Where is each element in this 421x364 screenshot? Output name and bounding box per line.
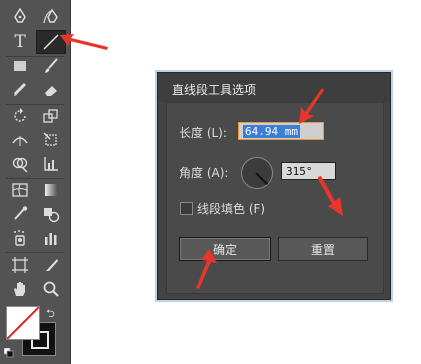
curvature-pen-icon xyxy=(43,8,58,24)
hand-icon xyxy=(14,282,25,296)
mesh-tool[interactable] xyxy=(5,178,35,202)
zoom-icon xyxy=(43,281,59,297)
none-color-slash-icon xyxy=(7,307,39,339)
gradient-tool[interactable] xyxy=(36,178,66,202)
eyedropper-tool[interactable] xyxy=(5,202,35,226)
zoom-tool[interactable] xyxy=(36,277,66,301)
eraser-tool[interactable] xyxy=(36,78,66,102)
angle-label: 角度 (A): xyxy=(179,166,229,180)
eraser-icon xyxy=(45,86,57,96)
dialog-titlebar[interactable]: 直线段工具选项 xyxy=(158,73,390,102)
pen-icon xyxy=(14,7,26,23)
length-value: 64.94 mm xyxy=(243,125,300,138)
artboard-tool[interactable] xyxy=(5,253,35,277)
rotate-tool[interactable] xyxy=(5,104,35,128)
annotation-arrow-icon xyxy=(318,176,343,216)
annotation-arrow-icon xyxy=(60,34,108,50)
reset-button[interactable]: 重置 xyxy=(278,237,368,261)
fill-line-checkbox[interactable] xyxy=(180,202,193,215)
rotate-icon xyxy=(14,108,26,122)
blend-tool[interactable] xyxy=(36,202,66,226)
type-tool[interactable]: T xyxy=(5,30,35,54)
shape-builder-icon xyxy=(12,157,28,173)
rectangle-tool[interactable] xyxy=(5,54,35,78)
symbol-sprayer-icon xyxy=(14,230,25,246)
dialog-title: 直线段工具选项 xyxy=(172,83,257,97)
gradient-icon xyxy=(45,184,57,196)
angle-dial-needle xyxy=(255,172,269,186)
mesh-icon xyxy=(12,183,28,197)
paintbrush-tool[interactable] xyxy=(36,54,66,78)
type-icon: T xyxy=(14,32,26,52)
pen-tool[interactable] xyxy=(5,4,35,28)
curvature-pen-tool[interactable] xyxy=(36,4,66,28)
pencil-icon xyxy=(13,82,27,96)
rectangle-icon xyxy=(14,61,26,71)
column-graph-icon xyxy=(45,233,57,245)
angle-dial[interactable] xyxy=(241,157,273,189)
tools-panel: T ⮌ xyxy=(0,0,71,364)
slice-icon xyxy=(46,259,58,271)
annotation-arrow-icon xyxy=(299,88,324,124)
shape-builder-tool[interactable] xyxy=(5,152,35,176)
graph-icon xyxy=(44,157,58,171)
scale-tool[interactable] xyxy=(36,104,66,128)
width-tool[interactable] xyxy=(5,128,35,152)
pencil-tool[interactable] xyxy=(5,78,35,102)
fill-color-swatch[interactable] xyxy=(6,306,40,340)
width-icon xyxy=(12,136,28,146)
annotation-arrow-icon xyxy=(196,249,217,289)
free-transform-tool[interactable] xyxy=(36,128,66,152)
artboard-icon xyxy=(12,257,28,273)
fill-line-label: 线段填色 (F) xyxy=(197,202,266,216)
scale-icon xyxy=(43,109,58,123)
graph-tool[interactable] xyxy=(36,152,66,176)
hand-tool[interactable] xyxy=(5,277,35,301)
paintbrush-icon xyxy=(45,58,58,73)
blend-icon xyxy=(44,208,60,223)
symbol-sprayer-tool[interactable] xyxy=(5,226,35,250)
slice-tool[interactable] xyxy=(36,253,66,277)
eyedropper-icon xyxy=(14,206,28,220)
default-colors-icon[interactable] xyxy=(4,348,14,358)
free-transform-icon xyxy=(43,132,57,146)
column-graph-tool[interactable] xyxy=(36,226,66,250)
length-label: 长度 (L): xyxy=(179,126,227,140)
